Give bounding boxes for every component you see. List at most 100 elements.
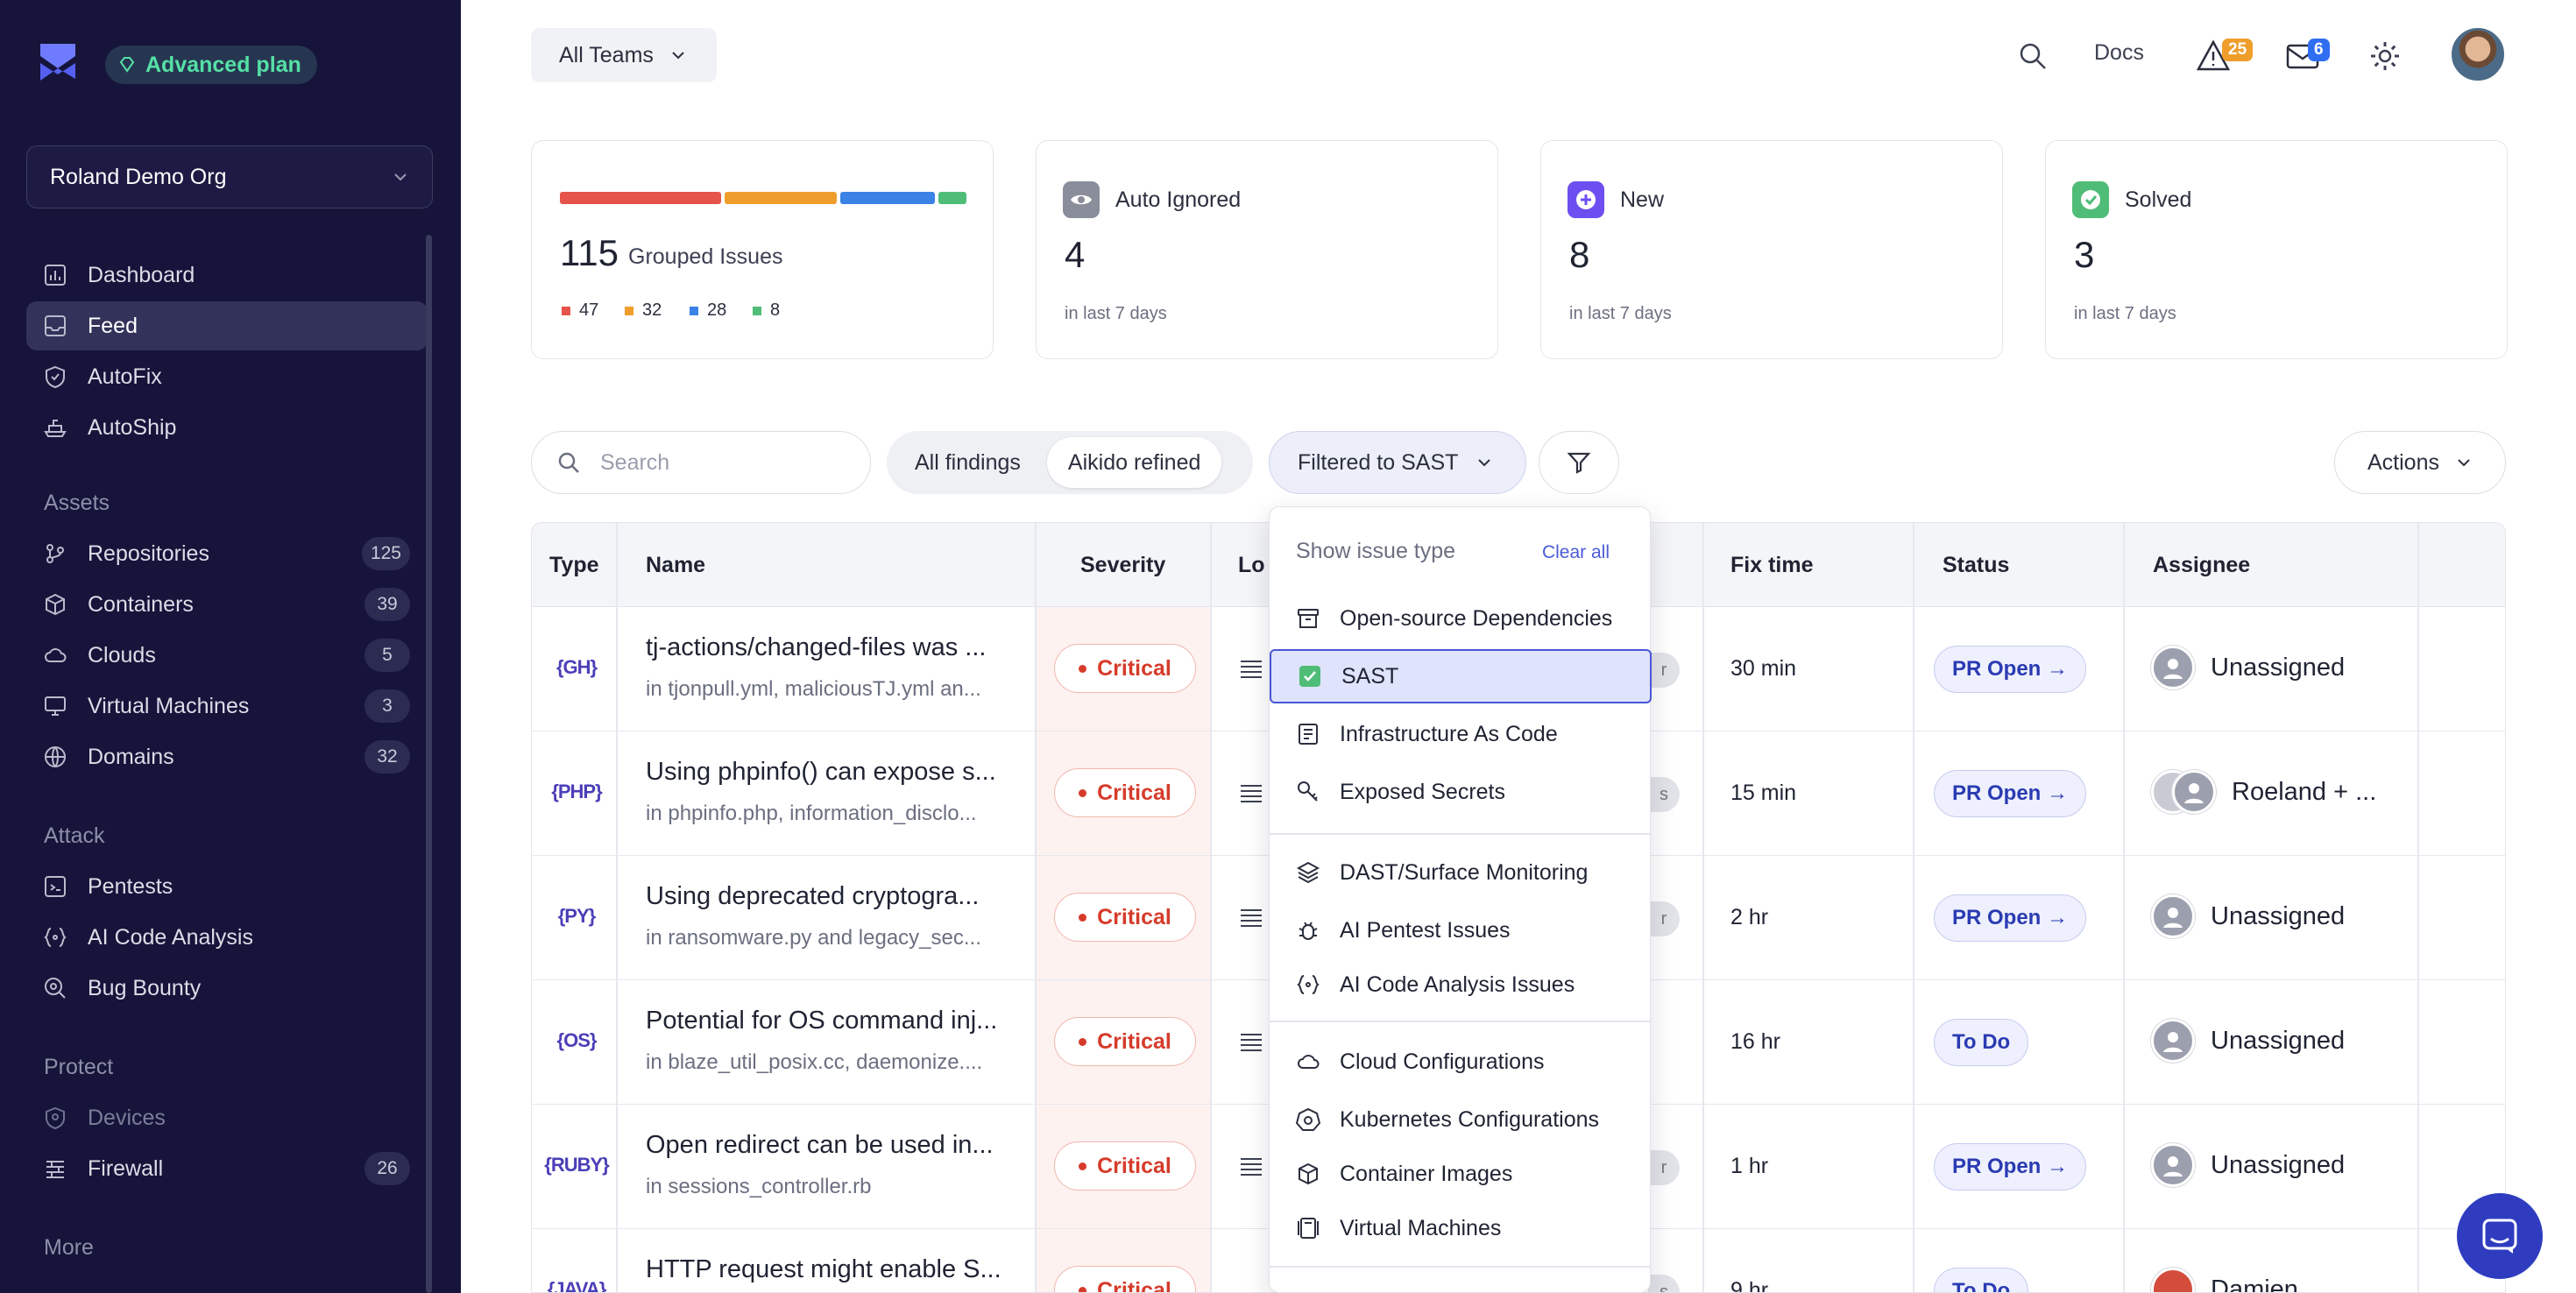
- layers-icon: [1296, 861, 1320, 884]
- clear-all-button[interactable]: Clear all: [1542, 542, 1610, 563]
- nav-ai-code-analysis[interactable]: AI Code Analysis: [26, 913, 428, 962]
- status-badge[interactable]: To Do: [1934, 1268, 2029, 1292]
- assignee[interactable]: Damien: [2151, 1268, 2298, 1292]
- header-assignee[interactable]: Assignee: [2153, 553, 2250, 578]
- option-ai-code-analysis-issues[interactable]: AI Code Analysis Issues: [1270, 957, 1652, 1012]
- search-icon: [558, 452, 579, 473]
- header-location[interactable]: Lo: [1238, 553, 1265, 578]
- nav-virtual-machines[interactable]: Virtual Machines 3: [26, 682, 428, 731]
- nav-pentests[interactable]: Pentests: [26, 862, 428, 911]
- section-protect: Protect: [44, 1055, 114, 1079]
- severity-badge: Critical: [1054, 893, 1196, 942]
- search-field[interactable]: Search: [531, 431, 871, 494]
- php-icon: {PHP}: [551, 781, 602, 802]
- actions-button[interactable]: Actions: [2334, 431, 2506, 494]
- issue-name[interactable]: Potential for OS command inj...: [646, 1007, 1040, 1035]
- alerts-count: 25: [2222, 39, 2254, 61]
- java-icon: {JAVA}: [547, 1278, 607, 1293]
- server-icon: [1241, 1034, 1262, 1051]
- severity-badge: Critical: [1054, 1141, 1196, 1191]
- option-ai-pentest-issues[interactable]: AI Pentest Issues: [1270, 903, 1652, 957]
- iac-icon: [1299, 724, 1318, 745]
- pentest-icon: [42, 873, 68, 900]
- nav-bug-bounty[interactable]: Bug Bounty: [26, 964, 428, 1013]
- nav-feed[interactable]: Feed: [26, 301, 428, 350]
- issue-location: in tjonpull.yml, maliciousTJ.yml an...: [646, 677, 981, 701]
- gear-icon[interactable]: [2366, 37, 2404, 75]
- monitor-icon: [42, 693, 68, 719]
- container-icon: [1299, 1162, 1318, 1185]
- card-title: New: [1620, 187, 1665, 212]
- issue-name[interactable]: tj-actions/changed-files was ...: [646, 633, 1040, 662]
- header-type[interactable]: Type: [549, 553, 599, 578]
- nav-domains[interactable]: Domains 32: [26, 732, 428, 781]
- header-status[interactable]: Status: [1943, 553, 2009, 578]
- search-placeholder[interactable]: Search: [600, 450, 669, 476]
- plan-badge[interactable]: Advanced plan: [105, 46, 317, 84]
- sidebar-scrollbar[interactable]: [426, 235, 432, 1293]
- status-badge[interactable]: To Do: [1934, 1019, 2029, 1066]
- issue-type-filter[interactable]: Filtered to SAST: [1269, 431, 1526, 494]
- nav-firewall[interactable]: Firewall 26: [26, 1144, 428, 1193]
- search-icon[interactable]: [2015, 39, 2050, 74]
- assignee[interactable]: Roeland + ...: [2151, 770, 2376, 814]
- assignee[interactable]: Unassigned: [2151, 1143, 2345, 1187]
- aikido-logo[interactable]: [39, 42, 77, 82]
- fix-time: 16 hr: [1730, 1029, 1780, 1054]
- issue-name[interactable]: HTTP request might enable S...: [646, 1255, 1040, 1284]
- server-icon: [1241, 909, 1262, 927]
- status-badge[interactable]: PR Open →: [1934, 1143, 2087, 1191]
- issue-name[interactable]: Using phpinfo() can expose s...: [646, 758, 1040, 787]
- status-badge[interactable]: PR Open →: [1934, 770, 2087, 817]
- solved-card[interactable]: Solved 3 in last 7 days: [2045, 140, 2508, 359]
- nav-autofix[interactable]: AutoFix: [26, 352, 428, 401]
- option-infrastructure-as-code[interactable]: Infrastructure As Code: [1270, 707, 1652, 761]
- nav-dashboard[interactable]: Dashboard: [26, 251, 428, 300]
- card-sub: in last 7 days: [1569, 304, 1672, 323]
- user-avatar[interactable]: [2450, 26, 2506, 82]
- option-virtual-machines[interactable]: Virtual Machines: [1270, 1201, 1652, 1255]
- new-card[interactable]: New 8 in last 7 days: [1540, 140, 2003, 359]
- nav-devices[interactable]: Devices: [26, 1093, 428, 1142]
- dashboard-icon: [42, 262, 68, 288]
- ship-icon: [42, 414, 68, 441]
- issue-name[interactable]: Open redirect can be used in...: [646, 1131, 1040, 1160]
- teams-selector[interactable]: All Teams: [531, 28, 717, 82]
- assignee[interactable]: Unassigned: [2151, 646, 2345, 689]
- org-selector[interactable]: Roland Demo Org: [26, 145, 433, 208]
- chat-launcher-button[interactable]: [2457, 1193, 2543, 1279]
- filter-funnel-button[interactable]: [1539, 431, 1619, 494]
- issue-name[interactable]: Using deprecated cryptogra...: [646, 882, 1040, 911]
- card-sub: in last 7 days: [2074, 304, 2176, 323]
- option-kubernetes-configurations[interactable]: Kubernetes Configurations: [1270, 1092, 1652, 1147]
- assignee[interactable]: Unassigned: [2151, 894, 2345, 938]
- count-badge: 3: [364, 689, 410, 723]
- status-badge[interactable]: PR Open →: [1934, 894, 2087, 942]
- assignee[interactable]: Unassigned: [2151, 1019, 2345, 1063]
- header-fix-time[interactable]: Fix time: [1730, 553, 1813, 578]
- option-dast-surface-monitoring[interactable]: DAST/Surface Monitoring: [1270, 845, 1652, 900]
- status-badge[interactable]: PR Open →: [1934, 646, 2087, 693]
- nav-autoship[interactable]: AutoShip: [26, 403, 428, 452]
- header-severity[interactable]: Severity: [1080, 553, 1165, 578]
- count-badge: 5: [364, 639, 410, 672]
- grouped-issues-card[interactable]: 115 Grouped Issues 47 32 28 8: [531, 140, 994, 359]
- auto-ignored-card[interactable]: Auto Ignored 4 in last 7 days: [1036, 140, 1498, 359]
- nav-label: Repositories: [88, 541, 209, 566]
- option-exposed-secrets[interactable]: Exposed Secrets: [1270, 765, 1652, 819]
- bug-icon: [1299, 922, 1318, 940]
- option-cloud-configurations[interactable]: Cloud Configurations: [1270, 1035, 1652, 1089]
- option-open-source-dependencies[interactable]: Open-source Dependencies: [1270, 591, 1652, 646]
- all-findings-tab[interactable]: All findings: [894, 437, 1042, 488]
- nav-clouds[interactable]: Clouds 5: [26, 631, 428, 680]
- checkbox-checked-icon: [1299, 666, 1320, 687]
- nav-repositories[interactable]: Repositories 125: [26, 529, 428, 578]
- nav-label: Feed: [88, 313, 138, 338]
- nav-containers[interactable]: Containers 39: [26, 580, 428, 629]
- aikido-refined-tab[interactable]: Aikido refined: [1046, 437, 1222, 488]
- option-container-images[interactable]: Container Images: [1270, 1147, 1652, 1201]
- header-name[interactable]: Name: [646, 553, 705, 578]
- option-sast[interactable]: SAST: [1270, 649, 1652, 703]
- docs-link[interactable]: Docs: [2094, 40, 2144, 66]
- container-icon: [42, 591, 68, 618]
